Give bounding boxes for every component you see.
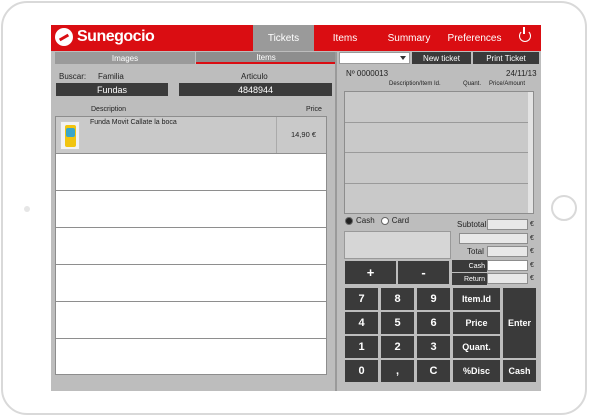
- list-item[interactable]: [56, 339, 326, 376]
- col-quant-header: Quant.: [463, 81, 482, 87]
- articulo-field[interactable]: 4848944: [179, 83, 332, 96]
- cash-radio-label: Cash: [356, 216, 375, 225]
- discount-key[interactable]: %Disc: [453, 360, 500, 382]
- key-4[interactable]: 4: [345, 312, 378, 334]
- product-thumbnail: [60, 121, 80, 150]
- subtotal-label: Subtotal: [457, 220, 487, 229]
- print-ticket-button[interactable]: Print Ticket: [473, 52, 539, 64]
- ticket-select[interactable]: [339, 52, 410, 64]
- panel-divider: [335, 52, 337, 391]
- ticket-line[interactable]: [345, 123, 533, 153]
- tab-summary[interactable]: Summary: [376, 25, 442, 51]
- cash-label: Cash: [452, 260, 487, 272]
- app-screen: Sunegocio Tickets Items Summary Preferen…: [51, 25, 541, 391]
- ticket-line[interactable]: [345, 153, 533, 184]
- key-0[interactable]: 0: [345, 360, 378, 382]
- key-6[interactable]: 6: [417, 312, 450, 334]
- key-3[interactable]: 3: [417, 336, 450, 358]
- tab-tickets[interactable]: Tickets: [253, 25, 314, 51]
- subtotal-euro: €: [530, 221, 534, 228]
- list-item[interactable]: [56, 228, 326, 265]
- col-desc-header: Description/Item Id.: [389, 81, 441, 87]
- list-item[interactable]: [56, 154, 326, 191]
- key-1[interactable]: 1: [345, 336, 378, 358]
- key-8[interactable]: 8: [381, 288, 414, 310]
- return-label: Return: [452, 273, 487, 285]
- ticket-scrollbar[interactable]: [528, 92, 533, 213]
- cash-input[interactable]: [487, 260, 528, 271]
- list-item[interactable]: Funda Movit Callate la boca 14,90 €: [56, 117, 326, 154]
- ticket-number: Nº 0000013: [346, 69, 389, 78]
- app-logo: Sunegocio: [55, 28, 155, 46]
- price-key[interactable]: Price: [453, 312, 500, 334]
- home-button[interactable]: [551, 195, 577, 221]
- row-separator: [276, 117, 277, 153]
- list-item[interactable]: [56, 302, 326, 339]
- cash-radio[interactable]: [345, 216, 353, 225]
- buscar-label: Buscar:: [59, 72, 87, 81]
- discount-euro: €: [530, 235, 534, 242]
- comma-key[interactable]: ,: [381, 360, 414, 382]
- return-value: [487, 273, 528, 284]
- list-item[interactable]: [56, 265, 326, 302]
- minus-key[interactable]: -: [398, 261, 449, 284]
- payment-mode: Cash Card: [345, 216, 409, 225]
- col-price-header: Price: [306, 106, 322, 113]
- ticket-line[interactable]: [345, 92, 533, 123]
- segment-images[interactable]: Images: [55, 52, 195, 64]
- subtotal-value: [487, 219, 528, 230]
- logo-icon: [55, 28, 73, 46]
- items-list: Funda Movit Callate la boca 14,90 €: [55, 116, 327, 375]
- header-bar: Sunegocio Tickets Items Summary Preferen…: [51, 25, 541, 51]
- familia-select[interactable]: Fundas: [56, 83, 168, 96]
- total-value: [487, 246, 528, 257]
- card-radio[interactable]: [380, 216, 389, 225]
- tab-preferences[interactable]: Preferences: [442, 25, 507, 51]
- item-price: 14,90 €: [290, 130, 316, 139]
- item-id-key[interactable]: Item.Id: [453, 288, 500, 310]
- key-7[interactable]: 7: [345, 288, 378, 310]
- segment-items[interactable]: Items: [196, 52, 336, 64]
- discount-value: [459, 233, 528, 244]
- app-name: Sunegocio: [77, 28, 155, 45]
- camera-dot: [24, 206, 30, 212]
- clear-key[interactable]: C: [417, 360, 450, 382]
- plus-key[interactable]: +: [345, 261, 396, 284]
- chevron-down-icon: [400, 56, 406, 60]
- col-description-header: Description: [91, 106, 127, 113]
- cash-key[interactable]: Cash: [503, 360, 536, 382]
- col-price-amount-header: Price/Amount: [489, 81, 526, 87]
- card-radio-label: Card: [391, 216, 410, 225]
- key-5[interactable]: 5: [381, 312, 414, 334]
- tab-items[interactable]: Items: [314, 25, 376, 51]
- familia-label: Familia: [98, 72, 124, 81]
- return-euro: €: [530, 275, 534, 282]
- cash-euro: €: [530, 262, 534, 269]
- ticket-lines: [344, 91, 534, 214]
- total-label: Total: [467, 247, 484, 256]
- new-ticket-button[interactable]: New ticket: [412, 52, 471, 64]
- list-item[interactable]: [56, 191, 326, 228]
- ticket-line[interactable]: [345, 184, 533, 215]
- enter-key[interactable]: Enter: [503, 288, 536, 358]
- quant-key[interactable]: Quant.: [453, 336, 500, 358]
- key-9[interactable]: 9: [417, 288, 450, 310]
- ticket-date: 24/11/13: [506, 69, 537, 78]
- articulo-label: Articulo: [241, 72, 268, 81]
- key-2[interactable]: 2: [381, 336, 414, 358]
- power-icon[interactable]: [519, 27, 531, 42]
- total-euro: €: [530, 248, 534, 255]
- display-area: [344, 231, 451, 259]
- item-description: Funda Movit Callate la boca: [90, 119, 177, 126]
